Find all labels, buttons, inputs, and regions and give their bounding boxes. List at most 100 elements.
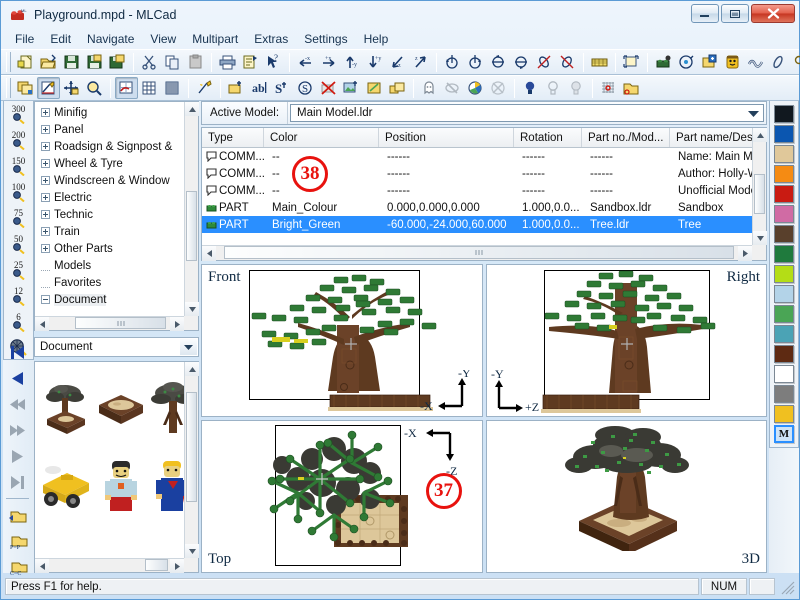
- expander-plus-icon[interactable]: [41, 159, 50, 168]
- tree-item-technic[interactable]: Technic: [35, 206, 184, 223]
- scroll-thumb[interactable]: [754, 174, 765, 214]
- scroll-thumb[interactable]: [145, 559, 168, 571]
- tree-item-minifig[interactable]: Minifig: [35, 104, 184, 121]
- thumbnail-vehicle[interactable]: [37, 448, 93, 526]
- menu-edit[interactable]: Edit: [42, 30, 79, 48]
- main-colour-swatch[interactable]: M: [774, 425, 794, 443]
- menu-settings[interactable]: Settings: [296, 30, 355, 48]
- edit-model-icon[interactable]: [37, 77, 60, 99]
- save-disk-icon[interactable]: [60, 51, 83, 73]
- expander-plus-icon[interactable]: [41, 210, 50, 219]
- swatch-red[interactable]: [774, 185, 794, 203]
- toolbar-grip[interactable]: [6, 52, 11, 72]
- add-part-icon[interactable]: [225, 77, 248, 99]
- scroll-right-arrow[interactable]: [738, 246, 752, 261]
- swatch-pink[interactable]: [774, 205, 794, 223]
- expander-minus-icon[interactable]: [41, 295, 50, 304]
- duplicate-model-icon[interactable]: [14, 77, 37, 99]
- menu-multipart[interactable]: Multipart: [184, 30, 246, 48]
- active-model-selector[interactable]: Main Model.ldr: [290, 104, 764, 122]
- grid-snap-icon[interactable]: [588, 51, 611, 73]
- expander-plus-icon[interactable]: [41, 227, 50, 236]
- expander-plus-icon[interactable]: [41, 125, 50, 134]
- swatch-teal[interactable]: [774, 325, 794, 343]
- maximize-button[interactable]: [721, 4, 749, 23]
- grid-toggle-icon[interactable]: [115, 77, 138, 99]
- scroll-right-arrow[interactable]: [170, 559, 184, 573]
- grid-point-icon[interactable]: [597, 77, 620, 99]
- move-model-icon[interactable]: [60, 77, 83, 99]
- rotate-z-cw-icon[interactable]: [556, 51, 579, 73]
- light-on-icon[interactable]: [519, 77, 542, 99]
- help-pointer-icon[interactable]: ?: [262, 51, 285, 73]
- scroll-down-arrow[interactable]: [185, 544, 199, 558]
- play-icon[interactable]: [3, 443, 32, 469]
- scroll-thumb[interactable]: [186, 191, 197, 261]
- add-sub-model-icon[interactable]: S: [294, 77, 317, 99]
- swatch-black[interactable]: [774, 105, 794, 123]
- viewport-top[interactable]: Top -X -Z 37: [201, 420, 483, 573]
- swatch-tan[interactable]: [774, 145, 794, 163]
- save-all-icon[interactable]: [106, 51, 129, 73]
- expander-plus-icon[interactable]: [41, 108, 50, 117]
- rotate-x-ccw-icon[interactable]: [441, 51, 464, 73]
- scroll-up-arrow[interactable]: [185, 362, 199, 376]
- expander-plus-icon[interactable]: [41, 193, 50, 202]
- viewport-front[interactable]: Front -Y -X: [201, 264, 483, 417]
- parts-list-vertical-scrollbar[interactable]: [752, 128, 767, 245]
- fit-to-window-icon[interactable]: [620, 51, 643, 73]
- zoom-200-button[interactable]: 200: [4, 127, 33, 153]
- grid-fine-icon[interactable]: [161, 77, 184, 99]
- move-down-y-icon[interactable]: +y: [363, 51, 386, 73]
- rotate-y-cw-icon[interactable]: [510, 51, 533, 73]
- delete-part-icon[interactable]: [317, 77, 340, 99]
- tree-item-windscreen[interactable]: Windscreen & Window: [35, 172, 184, 189]
- add-to-document-icon[interactable]: [3, 502, 32, 528]
- tree-item-models[interactable]: Models: [35, 257, 184, 274]
- thumbnails-horizontal-scrollbar[interactable]: [35, 558, 184, 573]
- scroll-up-arrow[interactable]: [185, 102, 199, 116]
- tree-item-train[interactable]: Train: [35, 223, 184, 240]
- scroll-down-arrow[interactable]: [185, 302, 199, 316]
- fast-forward-icon[interactable]: [3, 417, 32, 443]
- add-text-icon[interactable]: ab: [248, 77, 271, 99]
- previous-step-icon[interactable]: [3, 365, 32, 391]
- swatch-orange[interactable]: [774, 165, 794, 183]
- last-step-icon[interactable]: [3, 469, 32, 495]
- viewport-right[interactable]: Right -Y +Z: [485, 264, 767, 417]
- flexible-hose-icon[interactable]: [744, 51, 767, 73]
- rotate-z-ccw-icon[interactable]: [533, 51, 556, 73]
- swatch-lime[interactable]: [774, 265, 794, 283]
- menu-file[interactable]: File: [7, 30, 42, 48]
- uncolor-part-icon[interactable]: [487, 77, 510, 99]
- menu-navigate[interactable]: Navigate: [79, 30, 142, 48]
- tree-vertical-scrollbar[interactable]: [184, 102, 199, 316]
- scroll-up-arrow[interactable]: [753, 128, 767, 142]
- fast-rewind-icon[interactable]: [3, 391, 32, 417]
- add-image-icon[interactable]: [340, 77, 363, 99]
- rotate-y-ccw-icon[interactable]: [487, 51, 510, 73]
- menu-help[interactable]: Help: [356, 30, 397, 48]
- place-part-icon[interactable]: [652, 51, 675, 73]
- tree-item-favorites[interactable]: Favorites: [35, 274, 184, 291]
- close-button[interactable]: [751, 4, 795, 23]
- tree-item-wheel-tyre[interactable]: Wheel & Tyre: [35, 155, 184, 172]
- rotation-point-icon[interactable]: [675, 51, 698, 73]
- swatch-light-blue[interactable]: [774, 285, 794, 303]
- scroll-left-arrow[interactable]: [35, 559, 49, 573]
- zoom-6-button[interactable]: 6: [4, 309, 33, 335]
- light-dim-icon[interactable]: [542, 77, 565, 99]
- viewport-3d[interactable]: 3D: [485, 420, 767, 573]
- thumbnail-minifig-astronaut[interactable]: [95, 448, 147, 526]
- paste-part-icon[interactable]: P=P: [3, 528, 32, 554]
- table-row[interactable]: PART Bright_Green -60.000,-24.000,60.000…: [202, 216, 752, 233]
- swatch-yellow[interactable]: [774, 405, 794, 423]
- expander-plus-icon[interactable]: [41, 176, 50, 185]
- add-model-icon[interactable]: [698, 51, 721, 73]
- cut-scissors-icon[interactable]: [138, 51, 161, 73]
- menu-extras[interactable]: Extras: [246, 30, 296, 48]
- open-folder-icon[interactable]: [37, 51, 60, 73]
- move-front-z-icon[interactable]: z: [386, 51, 409, 73]
- open-buffer-icon[interactable]: [620, 77, 643, 99]
- scroll-thumb[interactable]: [224, 246, 734, 259]
